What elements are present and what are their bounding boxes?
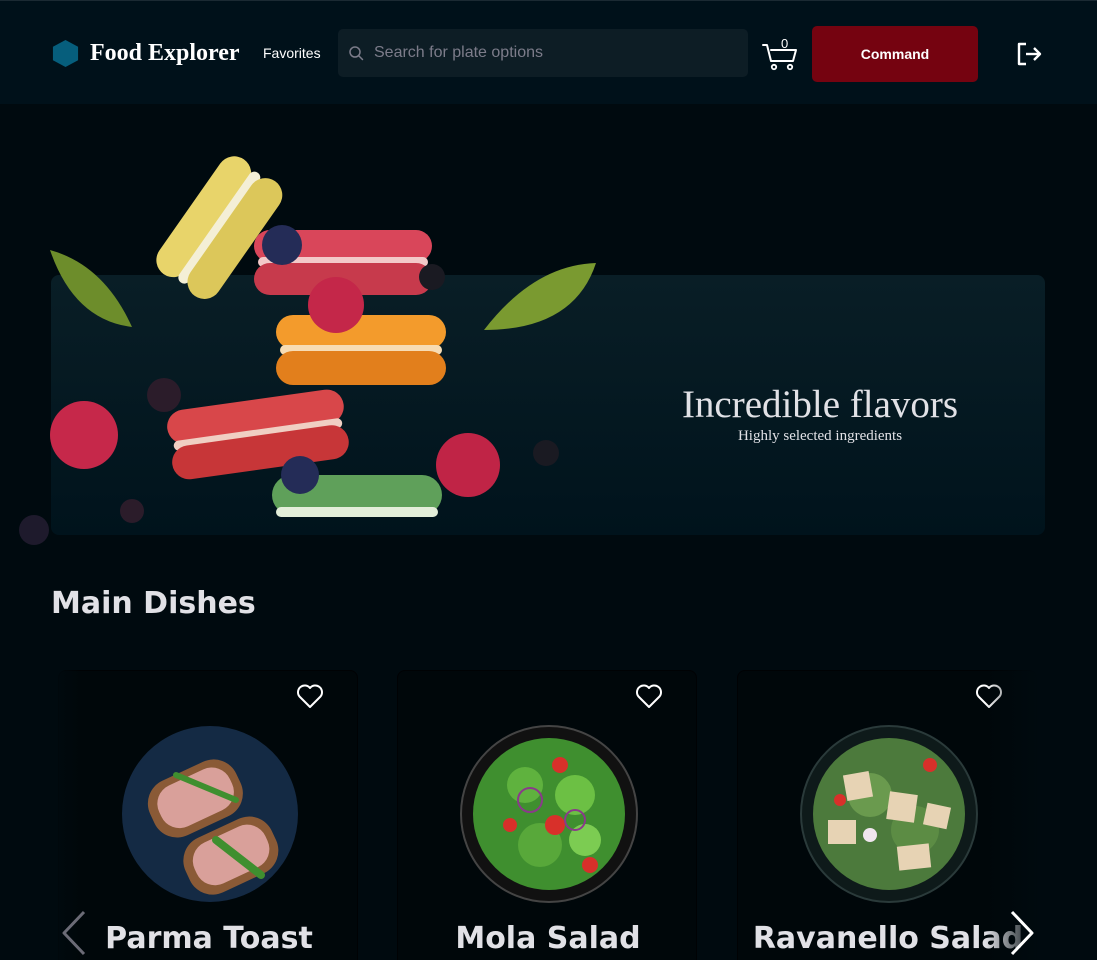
dish-name[interactable]: Mola Salad xyxy=(398,921,696,956)
search-input[interactable] xyxy=(374,44,734,62)
banner-subtitle: Highly selected ingredients xyxy=(737,428,903,444)
search-icon xyxy=(349,46,364,61)
hexagon-icon xyxy=(52,39,79,68)
dish-image[interactable] xyxy=(800,725,978,903)
dish-image[interactable] xyxy=(460,725,638,903)
chevron-right-icon[interactable] xyxy=(1008,908,1036,958)
chevron-left-icon[interactable] xyxy=(60,908,88,958)
dish-image[interactable] xyxy=(121,725,299,903)
command-button[interactable]: Command xyxy=(812,26,978,82)
section-title: Main Dishes xyxy=(51,586,256,621)
dish-name[interactable]: Parma Toast xyxy=(59,921,357,956)
dish-card[interactable]: Parma Toast xyxy=(58,670,358,960)
logo-text: Food Explorer xyxy=(90,40,240,66)
favorites-link[interactable]: Favorites xyxy=(263,45,321,61)
logo[interactable]: Food Explorer xyxy=(51,39,240,68)
cart-button[interactable]: 0 xyxy=(761,36,801,71)
header: Food Explorer Favorites 0 Command xyxy=(0,0,1097,104)
heart-icon[interactable] xyxy=(296,683,324,709)
search-bar[interactable] xyxy=(338,29,748,77)
dish-card[interactable]: Mola Salad xyxy=(397,670,697,960)
cart-icon xyxy=(762,44,797,71)
macarons-illustration xyxy=(19,156,596,545)
heart-icon[interactable] xyxy=(635,683,663,709)
logout-icon[interactable] xyxy=(1015,40,1043,68)
cart-count: 0 xyxy=(781,36,789,51)
banner-title: Incredible flavors xyxy=(681,383,959,426)
